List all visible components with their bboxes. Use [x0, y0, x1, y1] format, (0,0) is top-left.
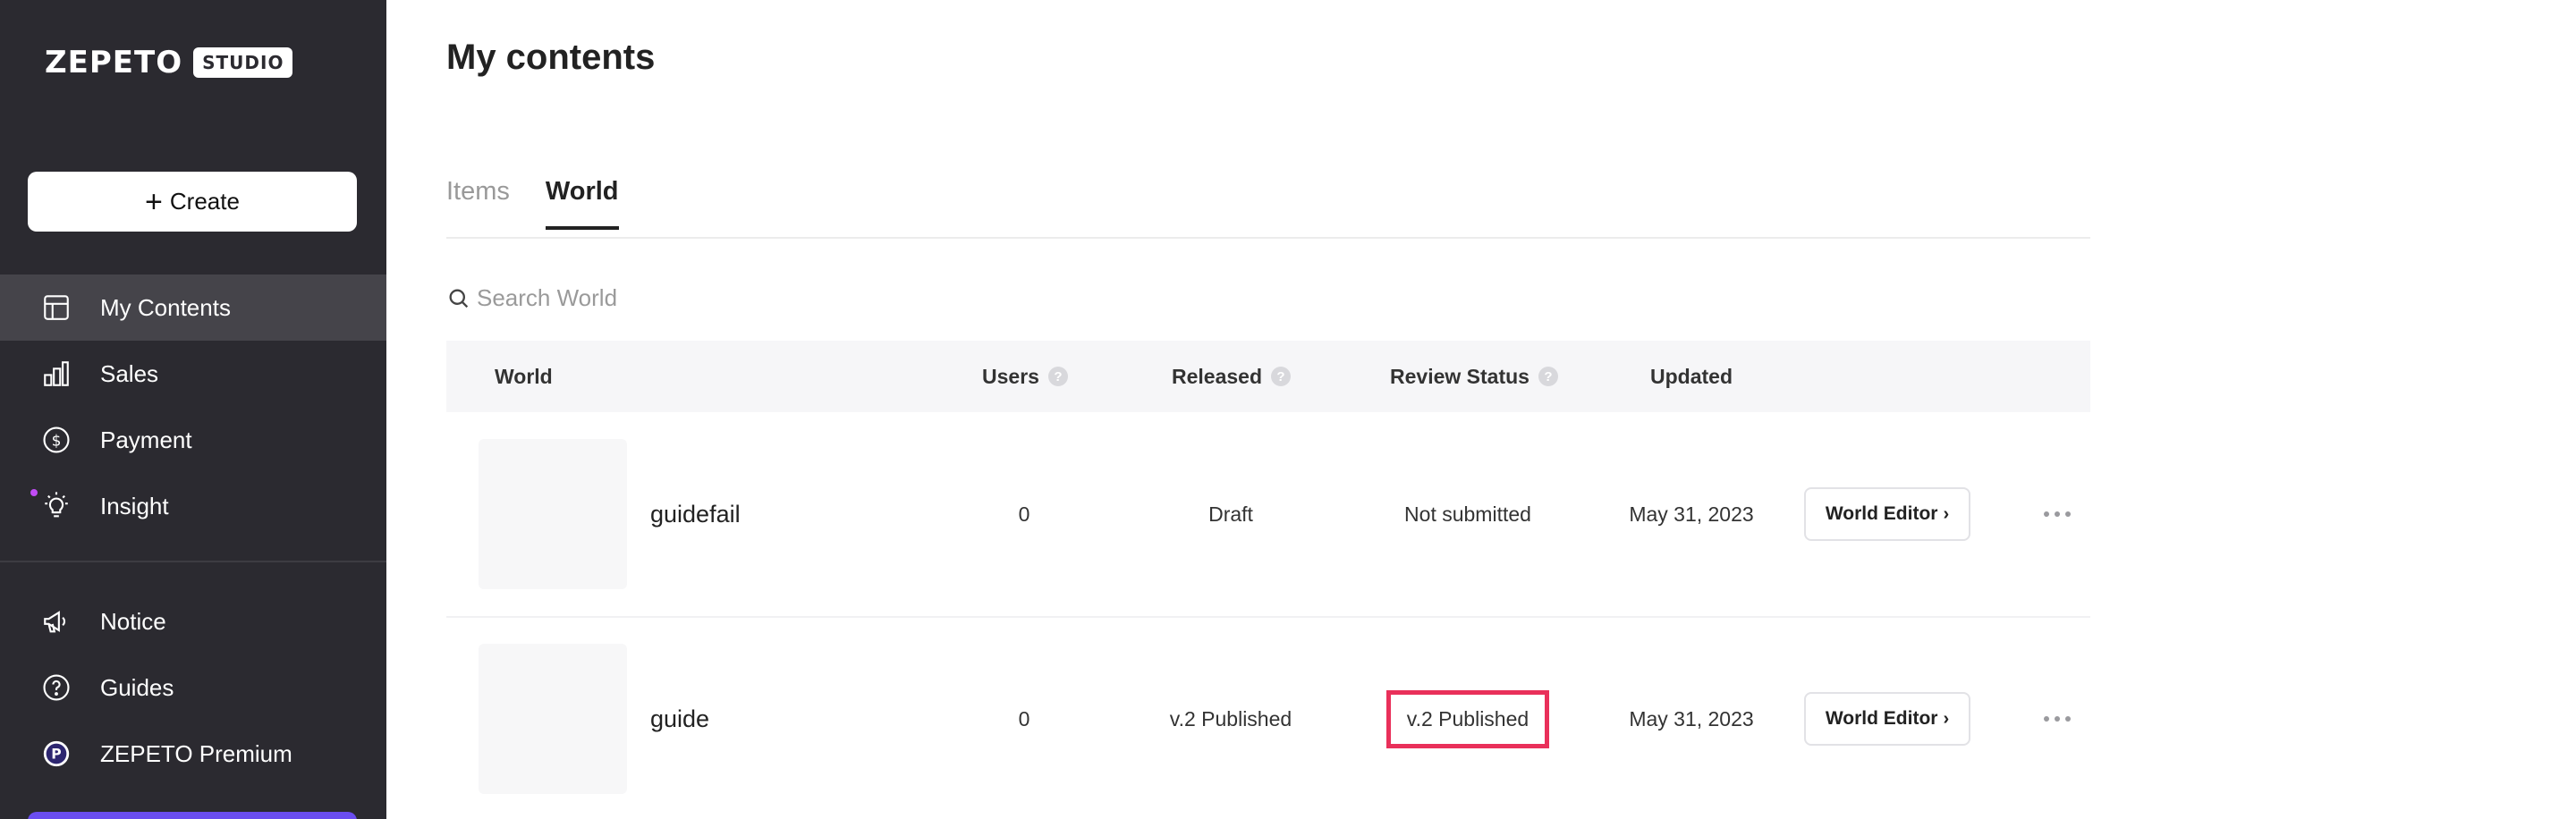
svg-text:P: P	[51, 747, 61, 763]
sidebar-item-label: Guides	[100, 673, 174, 701]
zepeto-studio-logo[interactable]: ZEPETO STUDIO	[45, 45, 293, 80]
world-thumbnail[interactable]	[479, 644, 627, 794]
table-row[interactable]: guide 0 v.2 Published v.2 Published May …	[446, 617, 2090, 819]
world-name[interactable]: guidefail	[650, 412, 741, 616]
sidebar-item-label: Sales	[100, 359, 159, 387]
sidebar-item-guides[interactable]: Guides	[0, 654, 386, 721]
secondary-nav: Notice Guides P ZEPETO Premium	[0, 588, 386, 787]
info-icon[interactable]: ?	[1538, 367, 1558, 386]
header-world: World	[495, 364, 553, 388]
more-options-icon[interactable]	[2035, 701, 2080, 737]
sidebar-item-insight[interactable]: Insight	[0, 473, 386, 539]
premium-p-icon: P	[41, 739, 72, 769]
review-status: Not submitted	[1404, 502, 1531, 526]
table-header: World Users? Released? Review Status? Up…	[446, 341, 2090, 412]
search-icon	[449, 289, 469, 308]
users-count: 0	[1018, 706, 1030, 730]
released-status: Draft	[1208, 502, 1253, 526]
sidebar-item-my-contents[interactable]: My Contents	[0, 274, 386, 341]
sidebar-item-payment[interactable]: $ Payment	[0, 407, 386, 473]
info-icon[interactable]: ?	[1271, 367, 1292, 386]
review-status-highlighted: v.2 Published	[1385, 689, 1550, 748]
upgrade-button[interactable]	[28, 812, 357, 819]
sidebar-item-notice[interactable]: Notice	[0, 588, 386, 654]
header-updated: Updated	[1650, 364, 1733, 388]
create-button[interactable]: + Create	[28, 172, 357, 232]
svg-text:$: $	[52, 432, 62, 450]
sidebar-item-label: Payment	[100, 426, 192, 453]
sidebar-item-label: Insight	[100, 492, 169, 519]
logo-badge: STUDIO	[193, 47, 293, 78]
tab-items[interactable]: Items	[446, 177, 510, 230]
world-name[interactable]: guide	[650, 617, 709, 819]
notification-dot	[30, 489, 38, 496]
updated-date: May 31, 2023	[1629, 502, 1754, 526]
sidebar-item-zepeto-premium[interactable]: P ZEPETO Premium	[0, 721, 386, 787]
dollar-circle-icon: $	[41, 425, 72, 455]
content-tabs: Items World	[446, 177, 655, 230]
chevron-right-icon: ›	[1943, 708, 1950, 729]
layout-icon	[41, 292, 72, 323]
sidebar-divider	[0, 561, 386, 562]
updated-date: May 31, 2023	[1629, 706, 1754, 730]
released-status: v.2 Published	[1169, 706, 1292, 730]
megaphone-icon	[41, 606, 72, 637]
tabs-divider	[446, 237, 2090, 239]
sidebar: ZEPETO STUDIO + Create My Contents Sales…	[0, 0, 386, 819]
plus-icon: +	[145, 184, 163, 219]
more-options-icon[interactable]	[2035, 496, 2080, 532]
sidebar-item-sales[interactable]: Sales	[0, 341, 386, 407]
create-label: Create	[169, 188, 240, 215]
world-editor-button[interactable]: World Editor ›	[1804, 487, 1970, 541]
question-circle-icon	[41, 672, 72, 703]
logo-text: ZEPETO	[45, 45, 183, 80]
page-title: My contents	[446, 38, 656, 77]
header-review-status: Review Status?	[1390, 341, 1558, 412]
search-bar	[446, 284, 1013, 312]
header-users: Users?	[982, 341, 1068, 412]
chevron-right-icon: ›	[1943, 503, 1950, 524]
sidebar-item-label: Notice	[100, 607, 166, 635]
users-count: 0	[1018, 502, 1030, 526]
review-status-cell: v.2 Published	[1360, 617, 1575, 819]
info-icon[interactable]: ?	[1047, 367, 1068, 386]
sidebar-item-label: My Contents	[100, 293, 231, 321]
tab-world[interactable]: World	[545, 177, 619, 230]
world-thumbnail[interactable]	[479, 439, 627, 589]
primary-nav: My Contents Sales $ Payment Insight	[0, 274, 386, 539]
sidebar-item-label: ZEPETO Premium	[100, 739, 292, 767]
header-released: Released?	[1172, 341, 1292, 412]
world-editor-button[interactable]: World Editor ›	[1804, 692, 1970, 746]
table-row[interactable]: guidefail 0 Draft Not submitted May 31, …	[446, 412, 2090, 616]
bar-chart-icon	[41, 359, 72, 389]
search-input[interactable]	[477, 284, 1013, 312]
lightbulb-icon	[41, 491, 72, 521]
